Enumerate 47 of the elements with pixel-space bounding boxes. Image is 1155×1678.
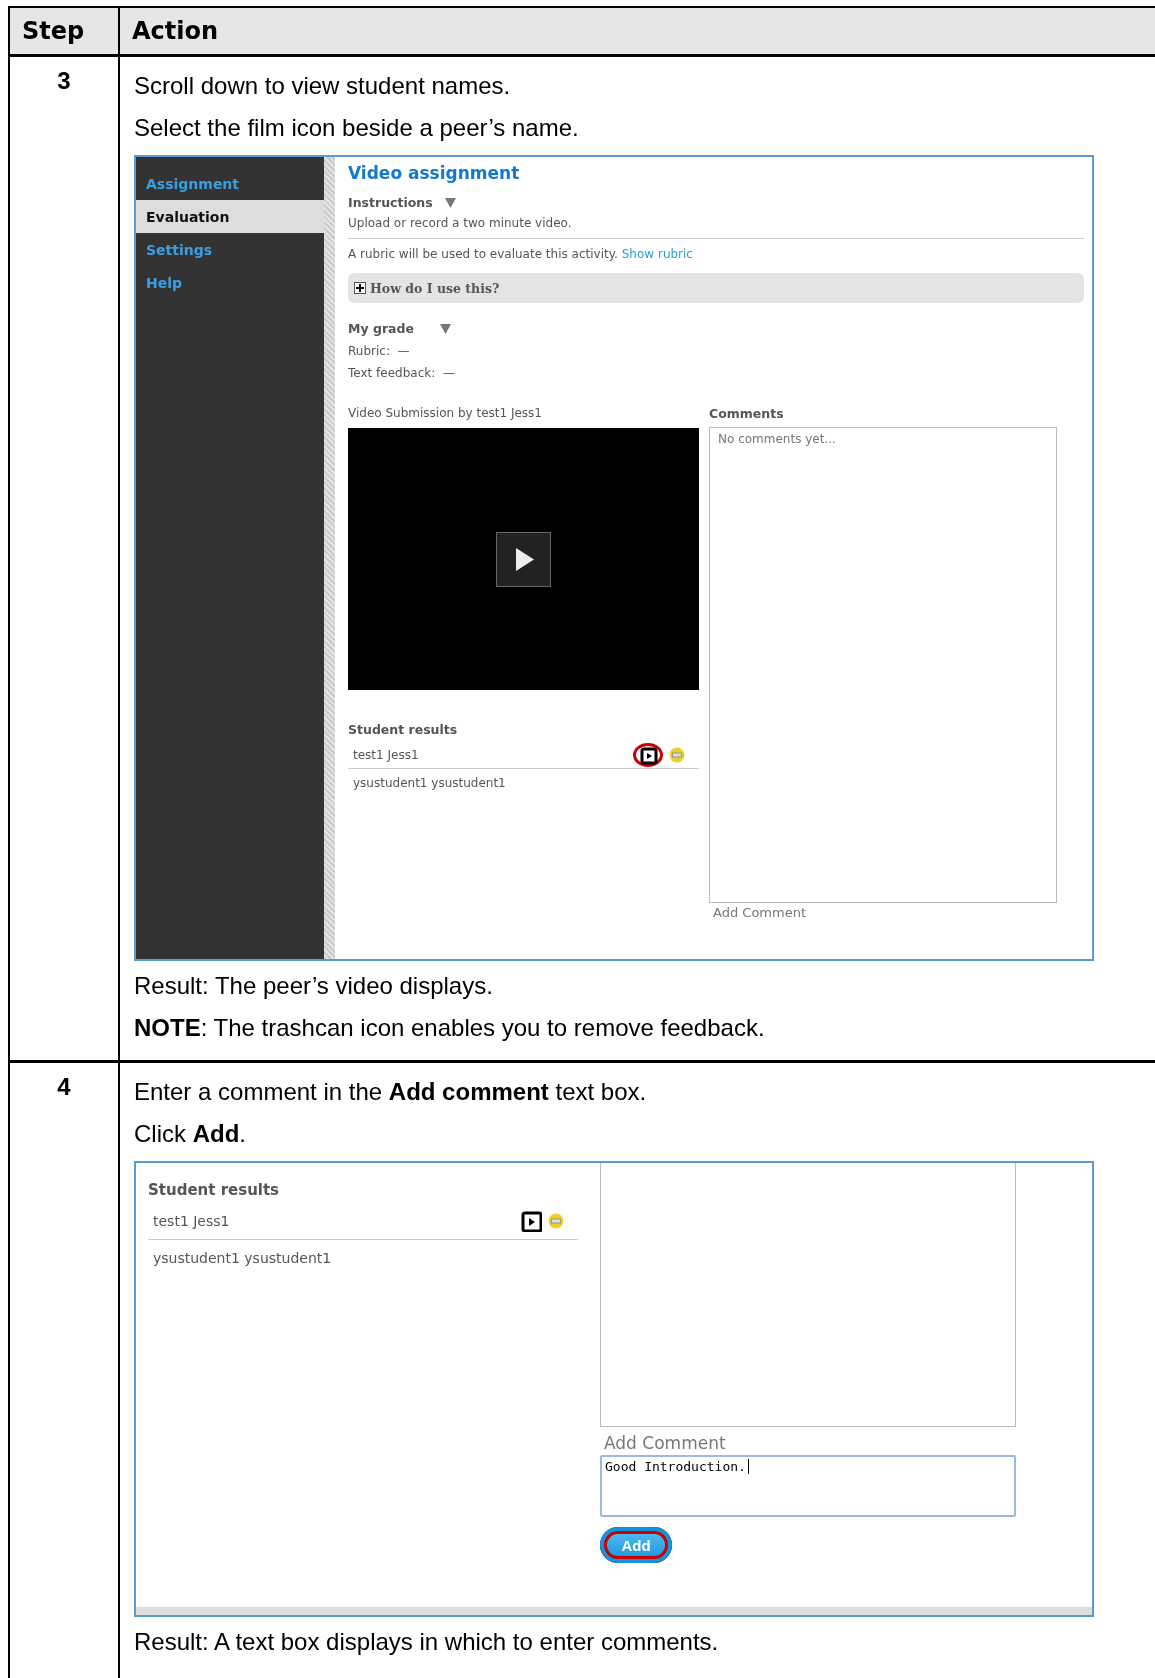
caret-icon[interactable] [444,197,456,208]
rubric-note: A rubric will be used to evaluate this activity. Show rubric [348,247,694,261]
grade-line: Text feedback: — [348,366,456,380]
help-accordion[interactable]: How do I use this? [348,273,1084,303]
add-comment-label: Add Comment [713,905,807,920]
student-name: test1 Jess1 [353,747,419,762]
student-name: ysustudent1 ysustudent1 [153,1250,332,1266]
step-number: 4 [57,1073,71,1102]
caret-icon[interactable] [439,323,451,334]
instruction-text: Enter a comment in the Add comment text box. [134,1077,648,1107]
submission-label: Video Submission by test1 Jess1 [348,406,543,420]
section-label: Comments [709,406,785,421]
add-comment-label: Add Comment [604,1433,727,1453]
section-label: My grade [348,321,414,336]
instruction-text: Select the film icon beside a peer’s name. [134,113,580,143]
section-label: Student results [148,1181,281,1199]
comment-field[interactable]: Good Introduction. [600,1455,1016,1517]
result-text: Result: A text box displays in which to enter comments. [134,1627,720,1657]
student-name: ysustudent1 ysustudent1 [353,775,506,790]
remove-icon[interactable] [548,1213,564,1229]
comments-box: No comments yet... [709,427,1057,903]
remove-icon[interactable] [669,746,685,763]
sidebar-item[interactable]: Settings [136,233,324,266]
column-header: Step [10,8,120,57]
instructions-text: Upload or record a two minute video. [348,216,573,230]
section-label: Student results [348,722,459,737]
video-icon[interactable] [520,1210,542,1232]
student-row[interactable]: ysustudent1 ysustudent1 [348,769,699,796]
sidebar-item[interactable]: Assignment [136,167,324,200]
student-name: test1 Jess1 [153,1213,230,1229]
student-row[interactable]: ysustudent1 ysustudent1 [148,1240,578,1276]
video-icon[interactable] [633,742,663,767]
instruction-text: Scroll down to view student names. [134,71,512,101]
page-title: Video assignment [348,163,521,183]
play-icon[interactable] [496,531,551,587]
result-text: NOTE: The trashcan icon enables you to remove feedback. [134,1013,766,1043]
student-row[interactable]: test1 Jess1 [148,1203,578,1240]
sidebar-item[interactable]: Help [136,266,324,299]
plus-icon [354,282,366,294]
section-label: Instructions [348,195,433,210]
grade-line: Rubric: — [348,344,411,358]
sidebar-item[interactable]: Evaluation [136,200,324,233]
result-text: Result: The peer’s video displays. [134,971,494,1001]
step-number: 3 [57,67,71,96]
student-row[interactable]: test1 Jess1 [348,741,699,769]
column-header: Action [120,8,1155,57]
instruction-text: Click Add. [134,1119,247,1149]
